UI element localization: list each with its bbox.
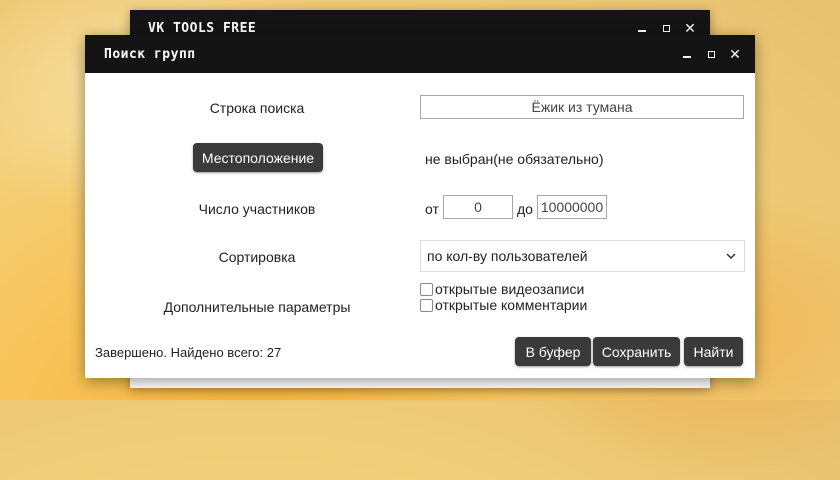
search-groups-window: Поиск групп ✕ Строка поиска Ёжик из тума… (85, 35, 755, 378)
location-value: не выбран(не обязательно) (425, 151, 604, 167)
find-button[interactable]: Найти (684, 337, 743, 366)
background-window-title: VK TOOLS FREE (148, 20, 257, 36)
extra-params-label: Дополнительные параметры (163, 299, 351, 315)
save-button[interactable]: Сохранить (593, 337, 680, 366)
sort-selected-value: по кол-ву пользователей (427, 248, 588, 264)
close-icon[interactable]: ✕ (684, 21, 696, 35)
minimize-icon[interactable] (636, 22, 648, 34)
members-to-label: до (517, 201, 533, 217)
window-titlebar[interactable]: Поиск групп ✕ (85, 35, 755, 73)
members-label: Число участников (198, 201, 316, 217)
maximize-icon[interactable] (705, 48, 717, 60)
maximize-icon[interactable] (660, 22, 672, 34)
chevron-down-icon (726, 253, 736, 260)
location-button[interactable]: Местоположение (193, 143, 323, 172)
close-icon[interactable]: ✕ (729, 47, 741, 61)
open-videos-checkbox[interactable] (420, 282, 433, 296)
sort-select[interactable]: по кол-ву пользователей (420, 240, 745, 272)
members-from-label: от (425, 201, 439, 217)
copy-to-buffer-button[interactable]: В буфер (515, 337, 591, 366)
status-text: Завершено. Найдено всего: 27 (95, 345, 282, 360)
search-label: Строка поиска (209, 100, 305, 116)
option-open-videos[interactable]: открытые видеозаписи (420, 281, 584, 297)
members-to-input[interactable]: 10000000 (537, 195, 607, 219)
option-open-comments[interactable]: открытые комментарии (420, 297, 587, 313)
members-from-input[interactable]: 0 (443, 195, 513, 219)
window-title: Поиск групп (104, 46, 196, 62)
open-comments-checkbox[interactable] (420, 298, 433, 312)
search-input[interactable]: Ёжик из тумана (420, 95, 744, 119)
minimize-icon[interactable] (681, 48, 693, 60)
open-comments-label: открытые комментарии (435, 297, 588, 313)
open-videos-label: открытые видеозаписи (435, 281, 585, 297)
sort-label: Сортировка (218, 249, 296, 265)
